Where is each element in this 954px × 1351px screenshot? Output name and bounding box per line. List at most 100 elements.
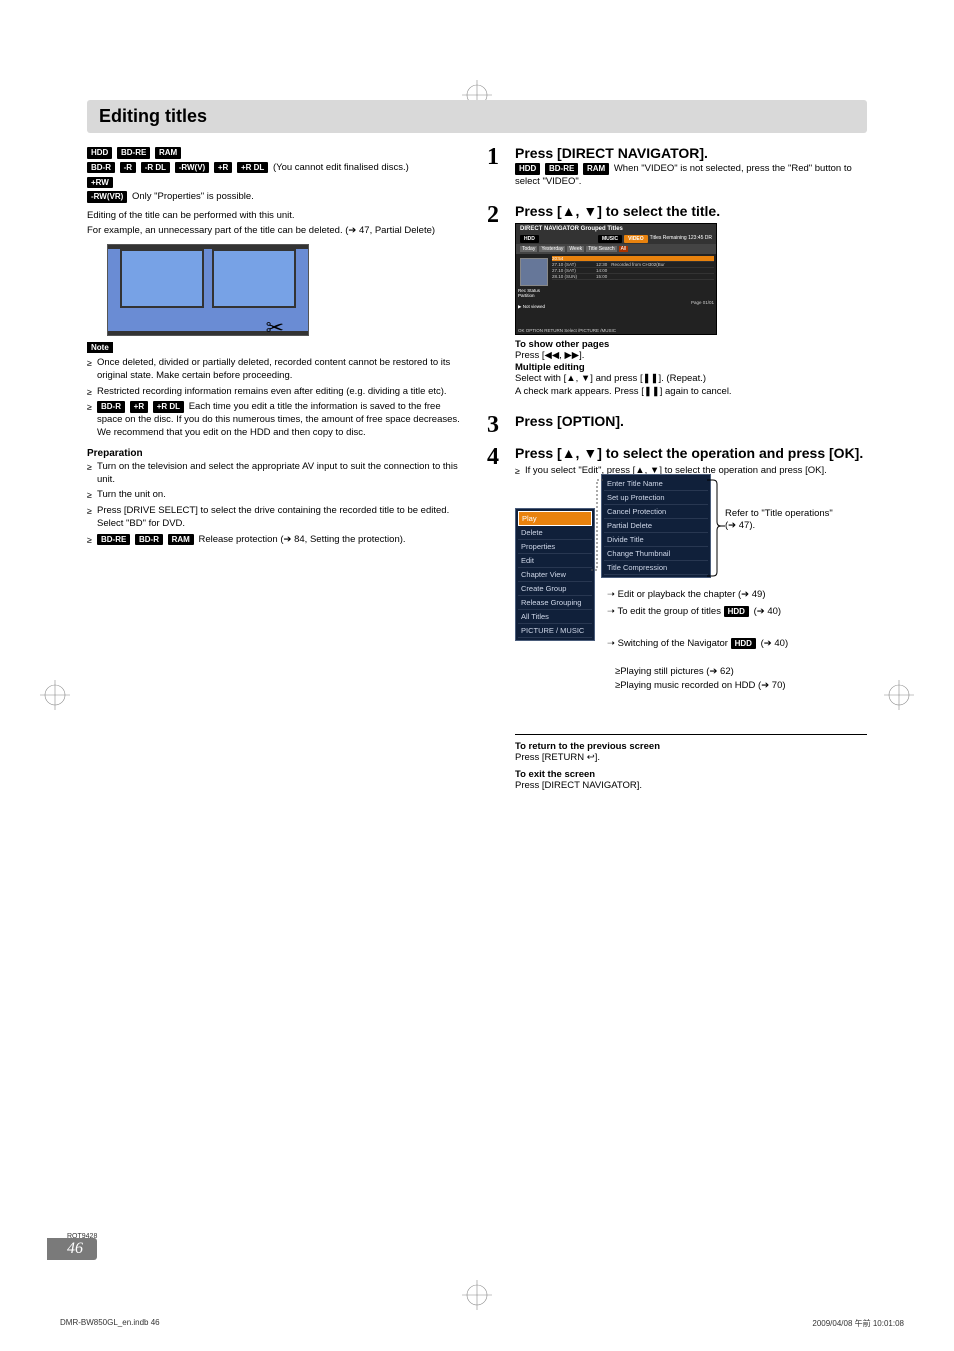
media-tags-row2: BD-R -R -R DL -RW(V) +R +R DL (You canno…: [87, 162, 467, 175]
nav-remain: Titles Remaining 123:45 DR: [650, 235, 712, 241]
sub-titlecomp: Title Compression: [604, 561, 708, 575]
crop-mark-bottom: [462, 1280, 492, 1310]
sub-changethumb: Change Thumbnail: [604, 547, 708, 561]
prep-bullet-4-text: Release protection (➔ 84, Setting the pr…: [198, 534, 405, 545]
annot-chapter: ➝ Edit or playback the chapter (➔ 49): [607, 589, 766, 601]
step1-heading: Press [DIRECT NAVIGATOR].: [515, 145, 867, 161]
row4-note: Only "Properties" is possible.: [132, 191, 254, 202]
note-bullet-1: Once deleted, divided or partially delet…: [97, 357, 467, 383]
direct-navigator-screenshot: DIRECT NAVIGATOR Grouped Titles HDD Titl…: [515, 223, 717, 335]
sub-entertitle: Enter Title Name: [604, 477, 708, 491]
nav-drive: HDD: [520, 235, 539, 243]
tag-plusrdl: +R DL: [237, 162, 268, 174]
media-tags-row1: HDD BD-RE RAM: [87, 147, 467, 160]
options-diagram: Play Delete Properties Edit Chapter View…: [515, 484, 867, 794]
show-pages-text: Press [◀◀, ▶▶].: [515, 350, 867, 363]
tag-inline: BD-RE: [545, 163, 578, 175]
edit-submenu: Enter Title Name Set up Protection Cance…: [601, 474, 711, 578]
nav-cell: 14:00: [596, 268, 607, 273]
note-bullet-3: BD-R +R +R DL Each time you edit a title…: [97, 401, 467, 439]
tag-plusrw: +RW: [87, 177, 113, 189]
page-footer: RQT9428 46: [47, 1233, 97, 1260]
tag-rwvr: -RW(VR): [87, 191, 127, 203]
sub-dividetitle: Divide Title: [604, 533, 708, 547]
opt-play: Play: [518, 511, 592, 526]
tag-inline: BD-R: [97, 401, 125, 413]
nav-subtab: Today: [520, 246, 537, 252]
annot-refer: Refer to "Title operations" (➔ 47).: [725, 508, 845, 533]
media-tags-row3: +RW: [87, 177, 467, 190]
crop-mark-right: [884, 680, 914, 710]
tag-hdd: HDD: [87, 147, 112, 159]
scissors-icon: ✂: [266, 315, 284, 341]
nav-cell: 27.10 (SAT): [552, 268, 592, 273]
nav-partition: Partition: [518, 293, 550, 298]
tag-inline: HDD: [515, 163, 540, 175]
opt-edit: Edit: [518, 554, 592, 568]
annot-group: ➝ To edit the group of titles HDD (➔ 40): [607, 606, 781, 618]
nav-cell: Recorded from CH302(Bur: [611, 262, 665, 267]
tag-inline: +R: [130, 401, 148, 413]
nav-footer: OK OPTION RETURN Select /PICTURE /MUSIC: [518, 328, 616, 333]
nav-page: Page 01/01: [552, 300, 714, 305]
nav-subtab: All: [619, 246, 629, 252]
prep-bullet-2: Turn the unit on.: [97, 489, 467, 502]
bracket-icon: [707, 476, 725, 586]
prep-bullet-1: Turn on the television and select the ap…: [97, 461, 467, 487]
nav-thumbnail: [520, 258, 548, 286]
opt-picturemusic: PICTURE / MUSIC: [518, 624, 592, 638]
tag-inline: RAM: [583, 163, 609, 175]
nav-cell: 12:30: [596, 262, 607, 267]
prep-bullet-4: BD-RE BD-R RAM Release protection (➔ 84,…: [97, 534, 467, 547]
multi-edit-text: Select with [▲, ▼] and press [❚❚]. (Repe…: [515, 373, 867, 386]
nav-title: DIRECT NAVIGATOR Grouped Titles: [520, 226, 623, 232]
note-bullet-2: Restricted recording information remains…: [97, 386, 467, 399]
nav-tab-music: MUSIC: [598, 235, 622, 243]
tag-rdl: -R DL: [141, 162, 170, 174]
tag-r: -R: [120, 162, 136, 174]
nav-subtab: Yesterday: [539, 246, 565, 252]
step1-body: HDD BD-RE RAM When "VIDEO" is not select…: [515, 163, 867, 189]
annot-pic: ≥Playing still pictures (➔ 62): [615, 666, 734, 678]
multi-edit-head: Multiple editing: [515, 362, 867, 373]
tag-bdr: BD-R: [87, 162, 115, 174]
show-pages-head: To show other pages: [515, 339, 867, 350]
step2-heading: Press [▲, ▼] to select the title.: [515, 203, 867, 219]
intro-text1: Editing of the title can be performed wi…: [87, 210, 467, 223]
nav-subtab: Title Search: [586, 246, 617, 252]
right-column: 1 Press [DIRECT NAVIGATOR]. HDD BD-RE RA…: [487, 145, 867, 799]
nav-cell: 27.10 (SAT): [552, 262, 592, 267]
tag-bdre: BD-RE: [117, 147, 150, 159]
page-title: Editing titles: [87, 100, 867, 133]
prep-bullet-3: Press [DRIVE SELECT] to select the drive…: [97, 505, 467, 531]
opt-alltitles: All Titles: [518, 610, 592, 624]
tag-ram: RAM: [155, 147, 181, 159]
sub-setupprot: Set up Protection: [604, 491, 708, 505]
nav-cell: 28.10 (SUN): [552, 274, 592, 279]
page-number: 46: [47, 1238, 97, 1260]
tag-plusr: +R: [214, 162, 232, 174]
crop-mark-left: [40, 680, 70, 710]
opt-properties: Properties: [518, 540, 592, 554]
tag-rwv: -RW(V): [175, 162, 210, 174]
nav-notviewed: Not viewed: [523, 304, 545, 309]
options-menu: Play Delete Properties Edit Chapter View…: [515, 508, 595, 641]
nav-subtab: Week: [567, 246, 584, 252]
dashed-connector: [591, 476, 605, 586]
note-bullet-3-text: Each time you edit a title the informati…: [97, 401, 460, 425]
tag-inline: +R DL: [153, 401, 184, 413]
sub-cancelprot: Cancel Protection: [604, 505, 708, 519]
note-bullet-3-text2: We recommend that you edit on the HDD an…: [97, 427, 366, 438]
nav-subtabs: Today Yesterday Week Title Search All: [516, 244, 716, 254]
step-number: 2: [487, 203, 505, 405]
opt-chapterview: Chapter View: [518, 568, 592, 582]
opt-delete: Delete: [518, 526, 592, 540]
multi-edit-text2: A check mark appears. Press [❚❚] again t…: [515, 386, 867, 399]
step-number: 4: [487, 445, 505, 791]
tag-inline: BD-R: [135, 534, 163, 546]
print-marker-right: 2009/04/08 午前 10:01:08: [812, 1318, 904, 1329]
step-number: 1: [487, 145, 505, 195]
note-label: Note: [87, 342, 113, 353]
left-column: HDD BD-RE RAM BD-R -R -R DL -RW(V) +R +R…: [87, 145, 467, 799]
step-number: 3: [487, 413, 505, 437]
